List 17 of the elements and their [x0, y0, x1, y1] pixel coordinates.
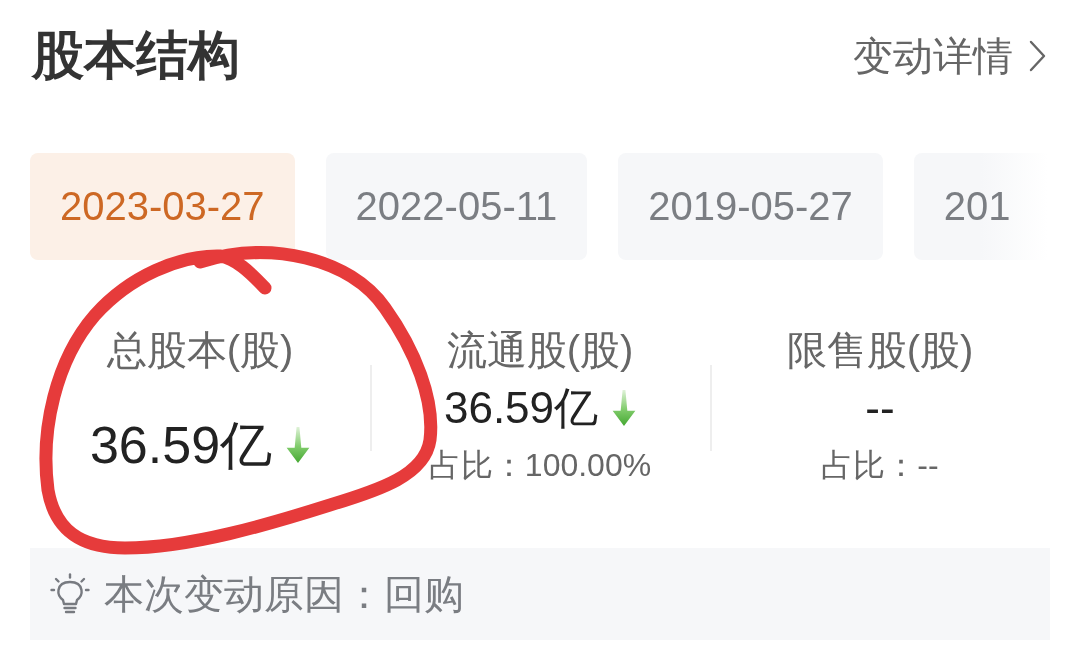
- section-title: 股本结构: [32, 27, 240, 85]
- stat-label: 限售股(股): [786, 327, 974, 374]
- stat-label: 流通股(股): [446, 327, 634, 374]
- stat-label: 总股本(股): [106, 327, 294, 374]
- change-details-link[interactable]: 变动详情: [853, 32, 1046, 80]
- stat-value: 36.59亿: [89, 415, 273, 476]
- share-ratio: 占比：--: [821, 446, 939, 485]
- date-tab[interactable]: 2022-05-11: [325, 153, 588, 260]
- share-ratio: 占比：100.00%: [428, 446, 652, 485]
- stat-value: --: [865, 382, 895, 434]
- date-tab[interactable]: 2019-05-27: [618, 153, 883, 260]
- date-tab[interactable]: 2023-03-27: [30, 153, 295, 260]
- chevron-right-icon: [1029, 40, 1046, 72]
- stat-value: 36.59亿: [443, 382, 599, 434]
- reason-value: 回购: [384, 571, 464, 618]
- reason-label: 本次变动原因：: [104, 571, 384, 618]
- lightbulb-icon: [50, 573, 90, 615]
